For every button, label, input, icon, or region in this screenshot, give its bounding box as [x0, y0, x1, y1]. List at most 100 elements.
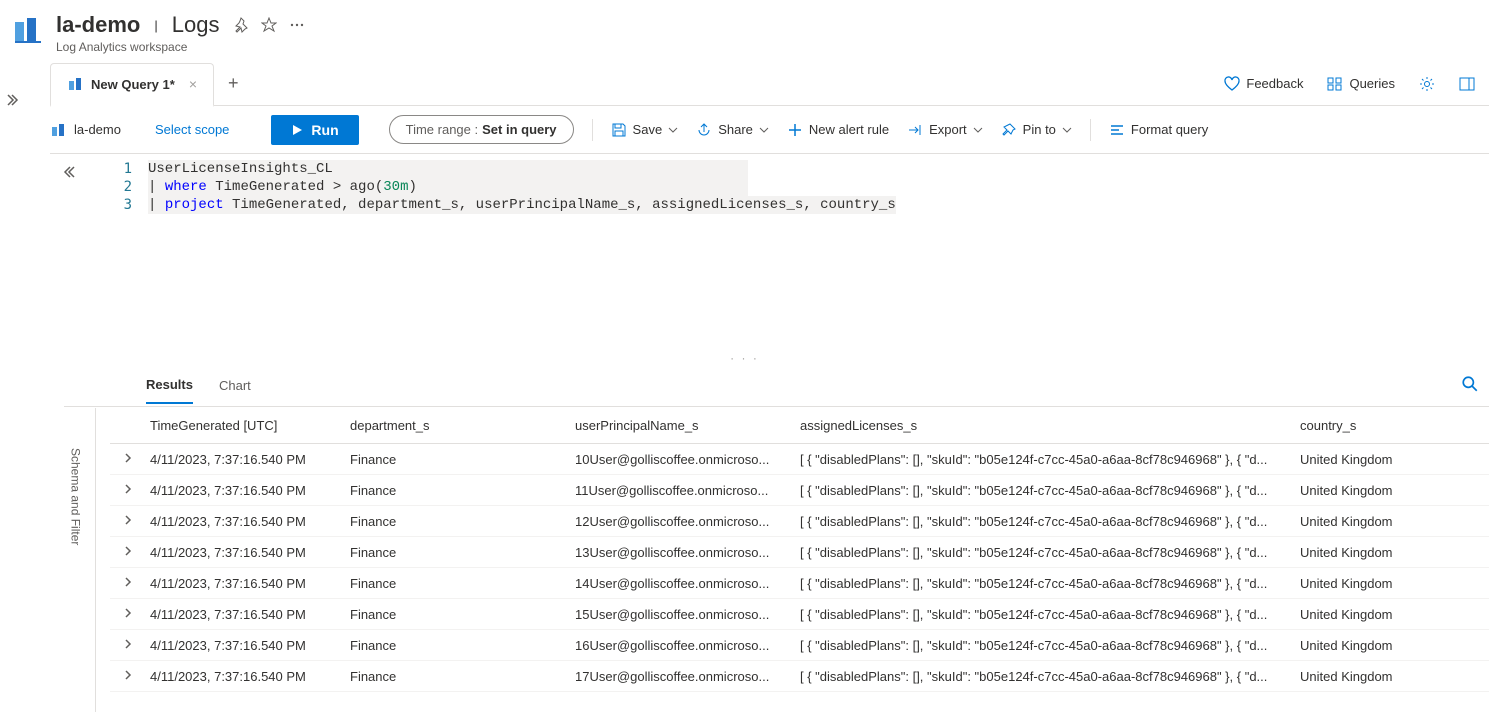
col-country[interactable]: country_s: [1290, 418, 1460, 433]
cell-licenses: [ { "disabledPlans": [], "skuId": "b05e1…: [790, 638, 1290, 653]
select-scope-link[interactable]: Select scope: [155, 122, 229, 137]
cell-department: Finance: [340, 607, 565, 622]
table-row[interactable]: 4/11/2023, 7:37:16.540 PMFinance16User@g…: [110, 630, 1489, 661]
table-row[interactable]: 4/11/2023, 7:37:16.540 PMFinance11User@g…: [110, 475, 1489, 506]
expand-row-icon[interactable]: [122, 576, 134, 591]
query-tab-label: New Query 1*: [91, 77, 175, 92]
panel-icon[interactable]: [1459, 76, 1475, 92]
save-label: Save: [633, 122, 663, 137]
cell-licenses: [ { "disabledPlans": [], "skuId": "b05e1…: [790, 483, 1290, 498]
cell-department: Finance: [340, 576, 565, 591]
export-label: Export: [929, 122, 967, 137]
code-line-1: UserLicenseInsights_CL: [148, 161, 333, 177]
expand-row-icon[interactable]: [122, 483, 134, 498]
queries-label: Queries: [1349, 76, 1395, 91]
query-editor[interactable]: 123 UserLicenseInsights_CL | where TimeG…: [50, 154, 1489, 351]
cell-licenses: [ { "disabledPlans": [], "skuId": "b05e1…: [790, 576, 1290, 591]
pin-icon[interactable]: [233, 17, 249, 33]
col-time[interactable]: TimeGenerated [UTC]: [110, 418, 340, 433]
col-department[interactable]: department_s: [340, 418, 565, 433]
run-button[interactable]: Run: [271, 115, 358, 145]
expand-row-icon[interactable]: [122, 514, 134, 529]
table-row[interactable]: 4/11/2023, 7:37:16.540 PMFinance12User@g…: [110, 506, 1489, 537]
cell-licenses: [ { "disabledPlans": [], "skuId": "b05e1…: [790, 607, 1290, 622]
close-tab-icon[interactable]: ×: [189, 76, 197, 92]
cell-time: 4/11/2023, 7:37:16.540 PM: [110, 638, 340, 653]
workspace-logo-icon: [12, 16, 44, 48]
more-icon[interactable]: [289, 17, 305, 33]
cell-time: 4/11/2023, 7:37:16.540 PM: [110, 669, 340, 684]
cell-upn: 15User@golliscoffee.onmicroso...: [565, 607, 790, 622]
format-query-button[interactable]: Format query: [1109, 122, 1208, 138]
expand-row-icon[interactable]: [122, 638, 134, 653]
collapse-schema-icon[interactable]: [60, 164, 76, 183]
cell-time: 4/11/2023, 7:37:16.540 PM: [110, 545, 340, 560]
results-search-icon[interactable]: [1461, 375, 1479, 396]
table-row[interactable]: 4/11/2023, 7:37:16.540 PMFinance17User@g…: [110, 661, 1489, 692]
queries-button[interactable]: Queries: [1327, 76, 1395, 92]
cell-time: 4/11/2023, 7:37:16.540 PM: [110, 452, 340, 467]
table-row[interactable]: 4/11/2023, 7:37:16.540 PMFinance15User@g…: [110, 599, 1489, 630]
star-icon[interactable]: [261, 17, 277, 33]
separator: [592, 119, 593, 141]
cell-department: Finance: [340, 638, 565, 653]
query-tabs: New Query 1* × + Feedback Queries: [50, 62, 1489, 106]
save-button[interactable]: Save: [611, 122, 679, 138]
tab-results[interactable]: Results: [146, 367, 193, 404]
scope-label: la-demo: [74, 122, 121, 137]
time-range-label: Time range :: [406, 122, 479, 137]
time-range-value: Set in query: [482, 122, 556, 137]
expand-row-icon[interactable]: [122, 669, 134, 684]
cell-upn: 16User@golliscoffee.onmicroso...: [565, 638, 790, 653]
share-label: Share: [718, 122, 753, 137]
col-upn[interactable]: userPrincipalName_s: [565, 418, 790, 433]
pin-button[interactable]: Pin to: [1001, 122, 1072, 138]
cell-time: 4/11/2023, 7:37:16.540 PM: [110, 483, 340, 498]
share-button[interactable]: Share: [696, 122, 769, 138]
cell-department: Finance: [340, 483, 565, 498]
page-subtitle: Log Analytics workspace: [56, 40, 305, 54]
schema-filter-label: Schema and Filter: [69, 448, 83, 545]
cell-department: Finance: [340, 452, 565, 467]
add-tab-button[interactable]: +: [228, 73, 239, 94]
table-header-row: TimeGenerated [UTC] department_s userPri…: [110, 408, 1489, 444]
format-label: Format query: [1131, 122, 1208, 137]
cell-department: Finance: [340, 514, 565, 529]
cell-country: United Kingdom: [1290, 669, 1460, 684]
results-table: TimeGenerated [UTC] department_s userPri…: [110, 408, 1489, 712]
export-button[interactable]: Export: [907, 122, 983, 138]
table-row[interactable]: 4/11/2023, 7:37:16.540 PMFinance10User@g…: [110, 444, 1489, 475]
settings-icon[interactable]: [1419, 76, 1435, 92]
table-row[interactable]: 4/11/2023, 7:37:16.540 PMFinance14User@g…: [110, 568, 1489, 599]
cell-country: United Kingdom: [1290, 545, 1460, 560]
run-label: Run: [311, 122, 338, 138]
new-alert-button[interactable]: New alert rule: [787, 122, 889, 138]
query-tab-icon: [67, 76, 83, 92]
cell-department: Finance: [340, 669, 565, 684]
tab-chart[interactable]: Chart: [219, 368, 251, 403]
cell-upn: 12User@golliscoffee.onmicroso...: [565, 514, 790, 529]
table-row[interactable]: 4/11/2023, 7:37:16.540 PMFinance13User@g…: [110, 537, 1489, 568]
splitter-handle[interactable]: · · ·: [0, 351, 1489, 365]
cell-country: United Kingdom: [1290, 576, 1460, 591]
cell-time: 4/11/2023, 7:37:16.540 PM: [110, 607, 340, 622]
query-toolbar: la-demo Select scope Run Time range : Se…: [50, 106, 1489, 154]
query-tab-active[interactable]: New Query 1* ×: [50, 63, 214, 107]
schema-filter-rail[interactable]: Schema and Filter: [56, 408, 96, 712]
cell-licenses: [ { "disabledPlans": [], "skuId": "b05e1…: [790, 452, 1290, 467]
collapse-nav-icon[interactable]: [6, 92, 22, 111]
line-gutter: 123: [108, 160, 132, 214]
expand-row-icon[interactable]: [122, 452, 134, 467]
col-licenses[interactable]: assignedLicenses_s: [790, 418, 1290, 433]
page-title: la-demo: [56, 12, 140, 38]
cell-time: 4/11/2023, 7:37:16.540 PM: [110, 576, 340, 591]
feedback-button[interactable]: Feedback: [1224, 76, 1303, 92]
cell-time: 4/11/2023, 7:37:16.540 PM: [110, 514, 340, 529]
cell-upn: 10User@golliscoffee.onmicroso...: [565, 452, 790, 467]
title-separator: |: [154, 18, 157, 33]
cell-country: United Kingdom: [1290, 452, 1460, 467]
expand-row-icon[interactable]: [122, 607, 134, 622]
expand-row-icon[interactable]: [122, 545, 134, 560]
time-range-pill[interactable]: Time range : Set in query: [389, 115, 574, 144]
scope-name: la-demo: [50, 122, 121, 138]
